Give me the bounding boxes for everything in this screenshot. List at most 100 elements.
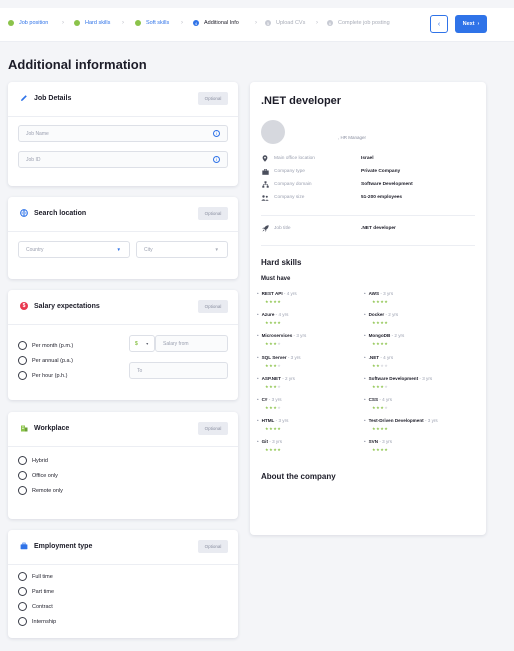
skill-item: • .NET - 4 yrs — [364, 355, 393, 360]
skill-rating: ★★★★ — [265, 320, 281, 325]
divider — [8, 446, 238, 447]
people-icon — [261, 194, 269, 201]
next-button[interactable]: Next › — [455, 15, 487, 33]
city-select[interactable]: City ▼ — [136, 241, 228, 258]
employment-contract-radio[interactable]: Contract — [18, 602, 53, 611]
radio-circle — [18, 486, 27, 495]
workplace-office-only-radio[interactable]: Office only — [18, 471, 58, 480]
radio-circle — [18, 602, 27, 611]
info-icon[interactable]: i — [213, 156, 220, 163]
star-icon: ★ — [277, 299, 282, 304]
bullet: • — [257, 397, 259, 402]
step-additional-info[interactable]: 4 Additional Info — [193, 20, 239, 26]
star-icon: ★ — [277, 341, 282, 347]
step-upload-cvs[interactable]: 5 Upload CVs — [265, 20, 305, 26]
skill-rating: ★★★★ — [372, 447, 388, 452]
chevron-right-icon: › — [255, 20, 257, 26]
skill-years: - 3 yrs — [267, 397, 282, 402]
radio-label: Office only — [32, 472, 58, 479]
must-have-heading: Must have — [261, 276, 291, 282]
skill-name: Docker — [368, 312, 385, 318]
currency-select[interactable]: $ ▼ — [129, 335, 155, 352]
info-row-office-location: Main office location Israel — [261, 155, 477, 162]
skill-rating: ★★★★ — [265, 299, 281, 304]
info-icon[interactable]: i — [213, 130, 220, 137]
radio-label: Full time — [32, 573, 53, 580]
bullet: • — [257, 291, 259, 296]
step-complete-job-posting[interactable]: 6 Complete job posting — [327, 20, 390, 26]
skill-rating: ★★★★ — [372, 405, 388, 410]
step-label: Hard skills — [85, 20, 111, 26]
employment-internship-radio[interactable]: Internship — [18, 617, 56, 626]
salary-from-input[interactable]: Salary from — [155, 335, 228, 352]
employment-type-card: Employment type Optional Full time Part … — [8, 530, 238, 638]
card-title: Job Details — [34, 94, 72, 102]
skill-item: • Azure - 4 yrs — [257, 312, 288, 317]
skill-years: - 3 yrs — [423, 418, 438, 424]
skill-years: - 2 yrs — [384, 312, 399, 318]
job-preview-card: .NET developer , HR Manager Main office … — [250, 82, 486, 535]
chevron-right-icon: › — [181, 20, 183, 26]
employment-part-time-radio[interactable]: Part time — [18, 587, 54, 596]
bullet: • — [364, 375, 366, 381]
skill-name: REST API — [261, 291, 283, 296]
radio-label: Remote only — [32, 487, 63, 494]
next-label: Next — [462, 21, 475, 27]
star-icon: ★ — [384, 341, 389, 347]
check-icon — [135, 20, 141, 26]
country-select[interactable]: Country ▼ — [18, 241, 130, 258]
job-name-input[interactable]: Job Name i — [18, 125, 228, 142]
star-icon: ★ — [277, 405, 282, 410]
skill-years: - 2 yrs — [390, 333, 405, 339]
radio-circle — [18, 471, 27, 480]
workplace-hybrid-radio[interactable]: Hybrid — [18, 456, 48, 465]
salary-to-input[interactable]: To — [129, 362, 228, 379]
workplace-remote-only-radio[interactable]: Remote only — [18, 486, 63, 495]
optional-badge: Optional — [198, 540, 228, 553]
job-id-input[interactable]: Job ID i — [18, 151, 228, 168]
hard-skills-heading: Hard skills — [261, 258, 302, 267]
skill-name: SQL Server — [261, 354, 287, 360]
skill-name: Software Development — [368, 375, 419, 381]
star-icon: ★ — [384, 299, 389, 304]
info-key: Job title — [274, 226, 291, 231]
step-number: 4 — [193, 20, 199, 26]
skill-rating: ★★★★ — [372, 363, 388, 368]
skill-years: - 4 yrs — [282, 291, 297, 296]
skill-item: • MongoDB - 2 yrs — [364, 333, 404, 338]
previous-button[interactable]: ‹ — [430, 15, 448, 33]
star-icon: ★ — [384, 362, 389, 368]
step-hard-skills[interactable]: Hard skills — [74, 20, 110, 26]
salary-per-hour-radio[interactable]: Per hour (p.h.) — [18, 371, 67, 380]
bullet: • — [257, 418, 259, 424]
star-icon: ★ — [384, 405, 389, 410]
skill-rating: ★★★★ — [372, 320, 388, 325]
card-header: $ Salary expectations — [20, 302, 100, 310]
skill-name: AWS — [368, 291, 380, 296]
avatar — [261, 120, 285, 144]
skill-rating: ★★★★ — [372, 299, 388, 304]
radio-circle — [18, 617, 27, 626]
star-icon: ★ — [384, 383, 389, 389]
radio-label: Internship — [32, 618, 57, 625]
card-title: Employment type — [34, 542, 93, 550]
card-header: Workplace — [20, 424, 69, 432]
card-title: Salary expectations — [34, 302, 100, 310]
step-number: 5 — [265, 20, 271, 26]
info-row-company-type: Company type Private Company — [261, 168, 477, 175]
skill-item: • Test-Driven Development - 3 yrs — [364, 418, 438, 423]
radio-circle — [18, 356, 27, 365]
radio-circle — [18, 341, 27, 350]
step-label: Complete job posting — [338, 20, 390, 26]
optional-badge: Optional — [198, 207, 228, 220]
step-job-position[interactable]: Job position — [8, 20, 48, 26]
salary-per-month-radio[interactable]: Per month (p.m.) — [18, 341, 73, 350]
employment-full-time-radio[interactable]: Full time — [18, 572, 53, 581]
chevron-right-icon: › — [122, 20, 124, 26]
skill-years: - 3 yrs — [379, 291, 394, 296]
skill-years: - 3 yrs — [418, 375, 433, 381]
globe-icon — [20, 209, 28, 217]
salary-per-annual-radio[interactable]: Per annual (p.a.) — [18, 356, 73, 365]
briefcase-icon — [20, 542, 28, 550]
step-soft-skills[interactable]: Soft skills — [135, 20, 169, 26]
